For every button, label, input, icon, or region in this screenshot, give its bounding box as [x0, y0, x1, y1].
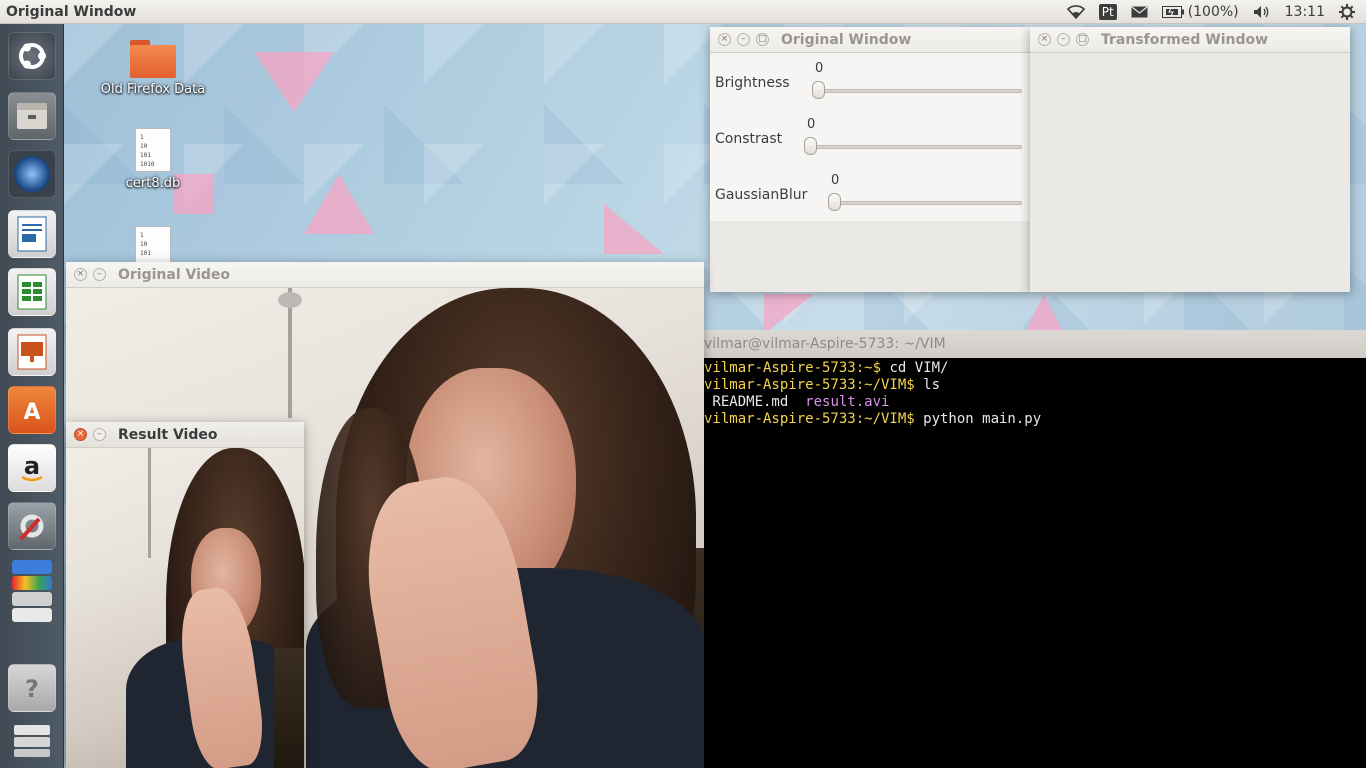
- terminal-command: ls: [914, 377, 941, 393]
- trackbar-track[interactable]: [806, 145, 1022, 149]
- original-window-empty-area: [710, 221, 1030, 292]
- desktop-icon-label: Old Firefox Data: [100, 82, 206, 97]
- terminal-line: vilmar-Aspire-5733:~/VIM$ ls: [704, 377, 1366, 394]
- original-video-titlebar[interactable]: × – Original Video: [66, 262, 704, 288]
- wallpaper-shape: [764, 294, 814, 334]
- result-video-window: × – Result Video: [66, 422, 304, 768]
- minimize-icon[interactable]: –: [1057, 33, 1070, 46]
- libreoffice-impress-icon[interactable]: [8, 328, 56, 376]
- folder-icon: [130, 40, 176, 78]
- database-file-icon: 1 10 101 1010: [135, 128, 171, 172]
- keyboard-layout-label: Pt: [1098, 3, 1117, 20]
- session-gear-icon[interactable]: [1332, 0, 1362, 24]
- window-title: Original Video: [118, 266, 231, 283]
- terminal-line: vilmar-Aspire-5733:~$ cd VIM/: [704, 360, 1366, 377]
- original-window-titlebar[interactable]: × – □ Original Window: [710, 27, 1030, 53]
- terminal-line: README.md result.avi: [704, 394, 1366, 411]
- terminal-line: vilmar-Aspire-5733:~/VIM$ python main.py: [704, 411, 1366, 428]
- mail-icon[interactable]: [1124, 0, 1155, 24]
- file-entry: result.avi: [805, 394, 890, 410]
- system-settings-icon[interactable]: [8, 502, 56, 550]
- trackbar-handle[interactable]: [804, 137, 817, 155]
- terminal-title: vilmar@vilmar-Aspire-5733: ~/VIM: [704, 336, 946, 352]
- minimize-icon[interactable]: –: [93, 268, 106, 281]
- transformed-window-titlebar[interactable]: × – □ Transformed Window: [1030, 27, 1350, 53]
- svg-text:A: A: [23, 400, 40, 425]
- clock[interactable]: 13:11: [1278, 0, 1332, 24]
- close-icon[interactable]: ×: [74, 268, 87, 281]
- close-icon[interactable]: ×: [718, 33, 731, 46]
- software-center-icon[interactable]: A: [8, 386, 56, 434]
- terminal-prompt: vilmar-Aspire-5733:~/VIM$: [704, 411, 915, 427]
- svg-text:a: a: [24, 452, 40, 480]
- window-title: Original Window: [781, 31, 912, 48]
- top-panel: Original Window Pt (100%) 13:11: [0, 0, 1366, 24]
- wallpaper-shape: [254, 52, 334, 112]
- terminal-titlebar[interactable]: vilmar@vilmar-Aspire-5733: ~/VIM: [704, 330, 1366, 358]
- maximize-icon[interactable]: □: [756, 33, 769, 46]
- battery-indicator[interactable]: (100%): [1155, 0, 1246, 24]
- original-window: × – □ Original Window Brightness 0 Const…: [710, 27, 1030, 292]
- keyboard-layout-indicator[interactable]: Pt: [1092, 0, 1124, 24]
- trackbar-gaussianblur: GaussianBlur 0: [710, 165, 1030, 221]
- minimize-icon[interactable]: –: [737, 33, 750, 46]
- amazon-icon[interactable]: a: [8, 444, 56, 492]
- trackbar-handle[interactable]: [812, 81, 825, 99]
- firefox-icon[interactable]: [8, 150, 56, 198]
- svg-text:?: ?: [25, 675, 39, 703]
- wallpaper-shape: [304, 174, 374, 234]
- ubuntu-dash-icon[interactable]: [8, 32, 56, 80]
- trackbar-label: Brightness: [715, 75, 790, 91]
- wallpaper-shape: [604, 204, 664, 254]
- trackbar-track[interactable]: [830, 201, 1022, 205]
- files-icon[interactable]: [8, 92, 56, 140]
- libreoffice-calc-icon[interactable]: [8, 268, 56, 316]
- wifi-icon[interactable]: [1060, 0, 1092, 24]
- trackbar-panel: Brightness 0 Constrast 0 GaussianBlur 0: [710, 53, 1030, 221]
- volume-icon[interactable]: [1246, 0, 1278, 24]
- desktop-icon-old-firefox-data[interactable]: Old Firefox Data: [93, 40, 213, 97]
- desktop-icon-cert8-db[interactable]: 1 10 101 1010 cert8.db: [93, 128, 213, 191]
- file-entry: README.md: [704, 394, 789, 410]
- transformed-window: × – □ Transformed Window: [1030, 27, 1350, 292]
- terminal-prompt: vilmar-Aspire-5733:~/VIM$: [704, 377, 915, 393]
- close-icon[interactable]: ×: [74, 428, 87, 441]
- terminal-command: python main.py: [914, 411, 1042, 427]
- battery-percent: (100%): [1187, 3, 1239, 20]
- trackbar-label: Constrast: [715, 131, 783, 147]
- result-video-frame: [66, 448, 304, 768]
- result-video-titlebar[interactable]: × – Result Video: [66, 422, 304, 448]
- terminal-command: cd VIM/: [881, 360, 949, 376]
- battery-icon: [1161, 5, 1184, 18]
- trackbar-handle[interactable]: [828, 193, 841, 211]
- trackbar-brightness: Brightness 0: [710, 53, 1030, 109]
- launcher: A a ?: [0, 24, 64, 768]
- window-title: Result Video: [118, 426, 218, 443]
- wallpaper-shape: [1024, 294, 1064, 334]
- active-window-title: Original Window: [6, 3, 137, 20]
- minimize-icon[interactable]: –: [93, 428, 106, 441]
- indicator-area: Pt (100%) 13:11: [1060, 0, 1366, 24]
- help-icon[interactable]: ?: [8, 664, 56, 712]
- trackbar-track[interactable]: [814, 89, 1022, 93]
- trackbar-value: 0: [831, 173, 840, 188]
- desktop-icon-label: cert8.db: [125, 176, 181, 191]
- stacked-apps-icon[interactable]: [8, 558, 56, 628]
- terminal-output[interactable]: vilmar-Aspire-5733:~$ cd VIM/vilmar-Aspi…: [704, 358, 1366, 428]
- maximize-icon[interactable]: □: [1076, 33, 1089, 46]
- trackbar-value: 0: [815, 61, 824, 76]
- trackbar-contrast: Constrast 0: [710, 109, 1030, 165]
- trash-icon[interactable]: [8, 714, 56, 764]
- libreoffice-writer-icon[interactable]: [8, 210, 56, 258]
- terminal-window[interactable]: vilmar@vilmar-Aspire-5733: ~/VIM vilmar-…: [704, 330, 1366, 768]
- trackbar-value: 0: [807, 117, 816, 132]
- trackbar-label: GaussianBlur: [715, 187, 808, 203]
- window-title: Transformed Window: [1101, 31, 1269, 48]
- close-icon[interactable]: ×: [1038, 33, 1051, 46]
- terminal-prompt: vilmar-Aspire-5733:~$: [704, 360, 882, 376]
